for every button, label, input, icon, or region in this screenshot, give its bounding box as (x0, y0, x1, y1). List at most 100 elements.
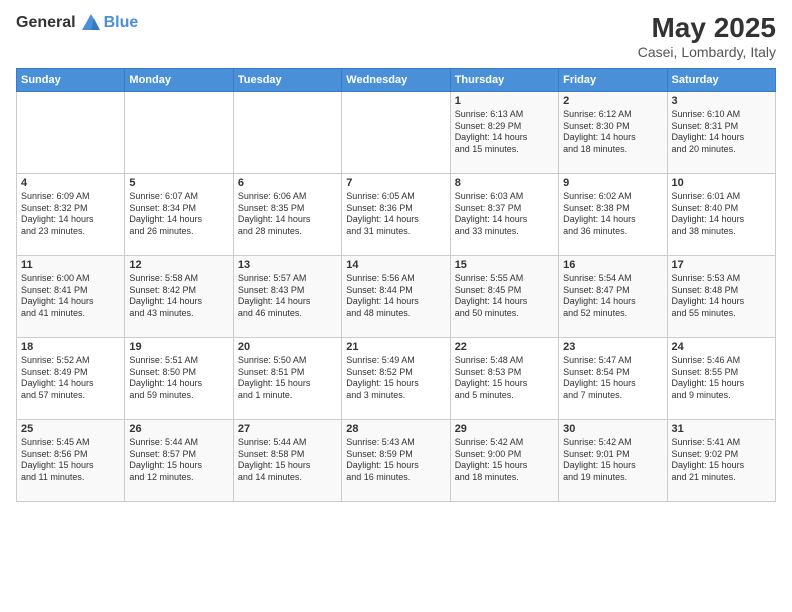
location-title: Casei, Lombardy, Italy (638, 44, 776, 60)
day-number: 15 (455, 259, 554, 271)
day-number: 13 (238, 259, 337, 271)
day-cell-4-2: 27Sunrise: 5:44 AM Sunset: 8:58 PM Dayli… (233, 420, 341, 502)
day-number: 4 (21, 177, 120, 189)
day-number: 16 (563, 259, 662, 271)
day-number: 2 (563, 95, 662, 107)
calendar-table: Sunday Monday Tuesday Wednesday Thursday… (16, 68, 776, 502)
day-cell-4-3: 28 Sunrise: 5:43 AM Sunset: 8:59 PM Dayli… (342, 420, 450, 502)
day-info: Sunrise: 5:48 AM Sunset: 8:53 PM Dayligh… (455, 355, 554, 402)
day-info: Sunrise: 5:47 AM Sunset: 8:54 PM Dayligh… (563, 355, 662, 402)
day-info: Sunrise: 5:58 AM Sunset: 8:42 PM Dayligh… (129, 273, 228, 320)
day-info: Sunrise: 6:06 AM Sunset: 8:35 PM Dayligh… (238, 191, 337, 238)
day-number: 31 (672, 423, 771, 435)
day-info: Sunrise: 5:57 AM Sunset: 8:43 PM Dayligh… (238, 273, 337, 320)
day-number: 27 (238, 423, 337, 435)
day-cell-0-3 (342, 92, 450, 174)
month-title: May 2025 (638, 12, 776, 44)
day-cell-4-4: 29Sunrise: 5:42 AM Sunset: 9:00 PM Dayli… (450, 420, 558, 502)
day-info: Sunrise: 6:05 AM Sunset: 8:36 PM Dayligh… (346, 191, 445, 238)
day-number: 7 (346, 177, 445, 189)
day-cell-4-0: 25Sunrise: 5:45 AM Sunset: 8:56 PM Dayli… (17, 420, 125, 502)
day-cell-1-6: 10Sunrise: 6:01 AM Sunset: 8:40 PM Dayli… (667, 174, 775, 256)
day-info: Sunrise: 5:54 AM Sunset: 8:47 PM Dayligh… (563, 273, 662, 320)
header-wednesday: Wednesday (342, 69, 450, 92)
day-cell-4-5: 30 Sunrise: 5:42 AM Sunset: 9:01 PM Dayli… (559, 420, 667, 502)
header-friday: Friday (559, 69, 667, 92)
day-info: Sunrise: 6:13 AM Sunset: 8:29 PM Dayligh… (455, 109, 554, 156)
day-number: 22 (455, 341, 554, 353)
day-info: Sunrise: 5:51 AM Sunset: 8:50 PM Dayligh… (129, 355, 228, 402)
day-number: 5 (129, 177, 228, 189)
header-thursday: Thursday (450, 69, 558, 92)
day-cell-4-1: 26Sunrise: 5:44 AM Sunset: 8:57 PM Dayli… (125, 420, 233, 502)
header-sunday: Sunday (17, 69, 125, 92)
day-cell-2-5: 16 Sunrise: 5:54 AM Sunset: 8:47 PM Dayli… (559, 256, 667, 338)
day-cell-3-6: 24Sunrise: 5:46 AM Sunset: 8:55 PM Dayli… (667, 338, 775, 420)
day-cell-3-3: 21 Sunrise: 5:49 AM Sunset: 8:52 PM Dayli… (342, 338, 450, 420)
day-info: Sunrise: 5:44 AM Sunset: 8:57 PM Dayligh… (129, 437, 228, 484)
day-number: 12 (129, 259, 228, 271)
day-cell-0-1 (125, 92, 233, 174)
day-cell-0-4: 1 Sunrise: 6:13 AM Sunset: 8:29 PM Daylig… (450, 92, 558, 174)
logo-icon (80, 12, 102, 34)
day-number: 14 (346, 259, 445, 271)
day-number: 24 (672, 341, 771, 353)
day-number: 23 (563, 341, 662, 353)
day-cell-0-2 (233, 92, 341, 174)
header-saturday: Saturday (667, 69, 775, 92)
day-cell-2-6: 17Sunrise: 5:53 AM Sunset: 8:48 PM Dayli… (667, 256, 775, 338)
week-row-4: 25Sunrise: 5:45 AM Sunset: 8:56 PM Dayli… (17, 420, 776, 502)
day-cell-3-1: 19 Sunrise: 5:51 AM Sunset: 8:50 PM Dayli… (125, 338, 233, 420)
day-info: Sunrise: 6:09 AM Sunset: 8:32 PM Dayligh… (21, 191, 120, 238)
day-info: Sunrise: 5:45 AM Sunset: 8:56 PM Dayligh… (21, 437, 120, 484)
day-info: Sunrise: 6:10 AM Sunset: 8:31 PM Dayligh… (672, 109, 771, 156)
day-cell-3-5: 23 Sunrise: 5:47 AM Sunset: 8:54 PM Dayli… (559, 338, 667, 420)
day-number: 29 (455, 423, 554, 435)
day-info: Sunrise: 5:50 AM Sunset: 8:51 PM Dayligh… (238, 355, 337, 402)
day-info: Sunrise: 6:02 AM Sunset: 8:38 PM Dayligh… (563, 191, 662, 238)
logo-general-text: General (16, 14, 76, 32)
day-info: Sunrise: 6:07 AM Sunset: 8:34 PM Dayligh… (129, 191, 228, 238)
day-cell-0-0 (17, 92, 125, 174)
logo-blue-text: Blue (104, 14, 139, 32)
day-cell-1-4: 8Sunrise: 6:03 AM Sunset: 8:37 PM Daylig… (450, 174, 558, 256)
header-monday: Monday (125, 69, 233, 92)
day-number: 1 (455, 95, 554, 107)
day-cell-0-6: 3Sunrise: 6:10 AM Sunset: 8:31 PM Daylig… (667, 92, 775, 174)
day-number: 28 (346, 423, 445, 435)
header-tuesday: Tuesday (233, 69, 341, 92)
week-row-0: 1 Sunrise: 6:13 AM Sunset: 8:29 PM Daylig… (17, 92, 776, 174)
day-cell-3-0: 18 Sunrise: 5:52 AM Sunset: 8:49 PM Dayli… (17, 338, 125, 420)
day-info: Sunrise: 5:53 AM Sunset: 8:48 PM Dayligh… (672, 273, 771, 320)
day-cell-1-3: 7 Sunrise: 6:05 AM Sunset: 8:36 PM Daylig… (342, 174, 450, 256)
day-number: 6 (238, 177, 337, 189)
day-info: Sunrise: 6:03 AM Sunset: 8:37 PM Dayligh… (455, 191, 554, 238)
day-info: Sunrise: 5:55 AM Sunset: 8:45 PM Dayligh… (455, 273, 554, 320)
day-number: 18 (21, 341, 120, 353)
day-cell-4-6: 31 Sunrise: 5:41 AM Sunset: 9:02 PM Dayli… (667, 420, 775, 502)
day-number: 20 (238, 341, 337, 353)
day-info: Sunrise: 5:42 AM Sunset: 9:01 PM Dayligh… (563, 437, 662, 484)
day-cell-0-5: 2Sunrise: 6:12 AM Sunset: 8:30 PM Daylig… (559, 92, 667, 174)
calendar-body: 1 Sunrise: 6:13 AM Sunset: 8:29 PM Daylig… (17, 92, 776, 502)
day-info: Sunrise: 5:43 AM Sunset: 8:59 PM Dayligh… (346, 437, 445, 484)
day-cell-2-2: 13 Sunrise: 5:57 AM Sunset: 8:43 PM Dayli… (233, 256, 341, 338)
title-block: May 2025 Casei, Lombardy, Italy (638, 12, 776, 60)
day-info: Sunrise: 5:41 AM Sunset: 9:02 PM Dayligh… (672, 437, 771, 484)
day-info: Sunrise: 6:00 AM Sunset: 8:41 PM Dayligh… (21, 273, 120, 320)
day-info: Sunrise: 5:49 AM Sunset: 8:52 PM Dayligh… (346, 355, 445, 402)
day-cell-1-5: 9 Sunrise: 6:02 AM Sunset: 8:38 PM Daylig… (559, 174, 667, 256)
day-number: 21 (346, 341, 445, 353)
day-number: 9 (563, 177, 662, 189)
week-row-3: 18 Sunrise: 5:52 AM Sunset: 8:49 PM Dayli… (17, 338, 776, 420)
day-number: 30 (563, 423, 662, 435)
weekday-header-row: Sunday Monday Tuesday Wednesday Thursday… (17, 69, 776, 92)
day-info: Sunrise: 5:52 AM Sunset: 8:49 PM Dayligh… (21, 355, 120, 402)
day-number: 19 (129, 341, 228, 353)
day-number: 11 (21, 259, 120, 271)
day-number: 10 (672, 177, 771, 189)
header: General Blue May 2025 Casei, Lombardy, I… (16, 12, 776, 60)
day-cell-3-4: 22 Sunrise: 5:48 AM Sunset: 8:53 PM Dayli… (450, 338, 558, 420)
day-cell-2-3: 14Sunrise: 5:56 AM Sunset: 8:44 PM Dayli… (342, 256, 450, 338)
day-cell-3-2: 20 Sunrise: 5:50 AM Sunset: 8:51 PM Dayli… (233, 338, 341, 420)
